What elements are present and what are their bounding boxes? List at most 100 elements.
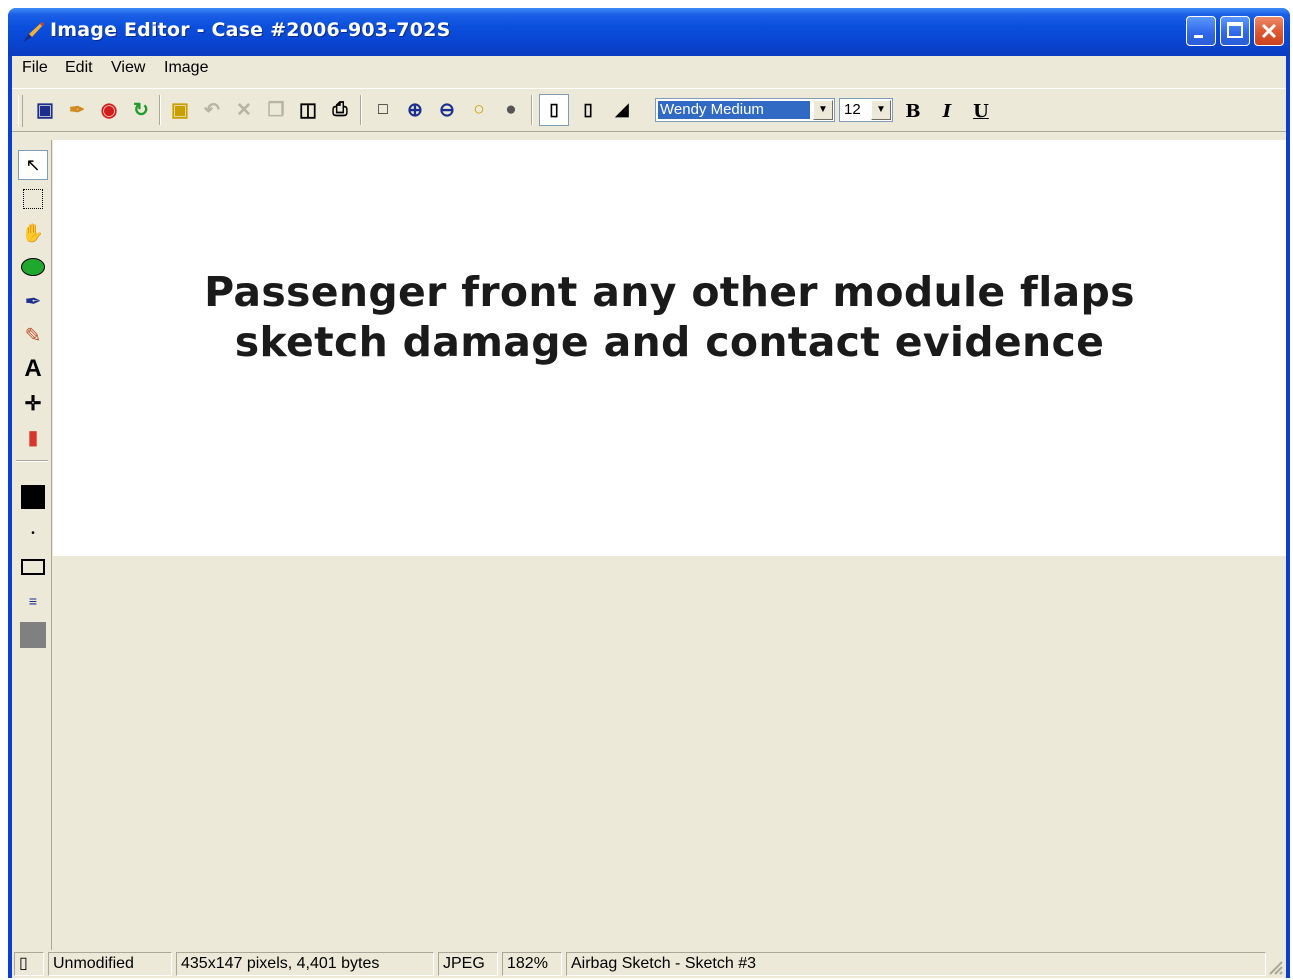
dark-bulb-icon: ● — [505, 99, 517, 120]
resize-grip-icon[interactable] — [1266, 958, 1284, 976]
font-name-select[interactable]: Wendy Medium ▼ — [655, 98, 835, 122]
status-format: JPEG — [438, 952, 498, 976]
arrow-pointer-icon: ↖ — [25, 154, 41, 175]
menu-edit[interactable]: Edit — [65, 59, 93, 77]
marquee-tool[interactable] — [18, 184, 48, 214]
light-bulb-icon: ○ — [473, 99, 485, 120]
page-corner-button[interactable]: ◢ — [607, 94, 637, 126]
chevron-down-icon[interactable]: ▼ — [871, 100, 891, 120]
page-icon: ▯ — [549, 100, 559, 119]
tools-palette: ↖ ✋ ✒ ✎ A ✛ ▮ • ≡ — [12, 140, 52, 950]
crop-icon: ✛ — [24, 392, 42, 415]
zoom-out-icon: ⊖ — [439, 99, 455, 121]
close-button[interactable] — [1254, 16, 1284, 46]
eraser-tool[interactable]: ▮ — [18, 422, 48, 452]
text-tool[interactable]: A — [18, 354, 48, 384]
refresh-button[interactable]: ↻ — [126, 94, 156, 126]
minimize-icon — [1194, 35, 1203, 38]
menu-bar: File Edit View Image — [12, 56, 1286, 82]
client-area: File Edit View Image ▣ ✒ ◉ ↻ ▣ ↶ ✕ ❐ ◫ ⎙… — [12, 56, 1286, 978]
chevron-down-icon[interactable]: ▼ — [813, 100, 833, 120]
text-align-button[interactable]: ≡ — [18, 586, 48, 616]
foreground-color-swatch[interactable] — [18, 482, 48, 512]
fill-color-swatch[interactable] — [18, 620, 48, 650]
minimize-button[interactable] — [1186, 16, 1216, 46]
image-viewport[interactable]: Passenger front any other module flaps s… — [53, 140, 1286, 950]
hand-icon: ✋ — [21, 222, 45, 243]
image-canvas[interactable]: Passenger front any other module flaps s… — [53, 140, 1286, 556]
app-window: Image Editor - Case #2006-903-702S File … — [8, 8, 1290, 978]
eraser-icon: ▮ — [27, 426, 39, 449]
underline-button[interactable]: U — [967, 98, 995, 124]
maximize-button[interactable] — [1220, 16, 1250, 46]
lifebuoy-button[interactable]: ◉ — [94, 94, 124, 126]
paint-brush-icon: ✒ — [69, 99, 85, 121]
pencil-icon: ✎ — [24, 324, 42, 347]
brighten-button[interactable]: ○ — [464, 94, 494, 126]
bold-button[interactable]: B — [899, 98, 927, 124]
save-button[interactable]: ▣ — [30, 94, 60, 126]
border-style-button[interactable] — [18, 552, 48, 582]
select-tool[interactable]: ↖ — [18, 150, 48, 180]
toolbar-separator — [159, 95, 161, 125]
title-bar[interactable]: Image Editor - Case #2006-903-702S — [8, 8, 1290, 56]
save-icon: ▣ — [36, 99, 54, 121]
status-zoom: 182% — [502, 952, 562, 976]
font-size-value: 12 — [844, 101, 861, 118]
marquee-icon — [23, 189, 43, 209]
status-dimensions: 435x147 pixels, 4,401 bytes — [176, 952, 434, 976]
delete-icon: ✕ — [236, 99, 252, 121]
shape-tool[interactable] — [18, 252, 48, 282]
zoom-out-button[interactable]: ⊖ — [432, 94, 462, 126]
page-portrait-button[interactable]: ▯ — [539, 94, 569, 126]
fit-to-window-icon: □ — [378, 101, 388, 118]
pan-tool[interactable]: ✋ — [18, 218, 48, 248]
page-corner-icon: ◢ — [615, 100, 629, 119]
menu-file[interactable]: File — [22, 59, 48, 77]
color-swatch-icon — [21, 485, 45, 509]
page-fold-button[interactable]: ▯ — [573, 94, 603, 126]
undo-button[interactable]: ↶ — [197, 94, 227, 126]
maximize-icon — [1227, 22, 1243, 38]
rectangle-icon — [21, 559, 45, 575]
pen-icon: ✒ — [24, 290, 42, 313]
menu-view[interactable]: View — [111, 59, 145, 77]
print-button[interactable]: ⎙ — [325, 94, 355, 126]
open-image-button[interactable]: ✒ — [62, 94, 92, 126]
italic-button[interactable]: I — [933, 98, 961, 124]
ellipse-icon — [21, 258, 45, 276]
pencil-tool[interactable]: ✎ — [18, 320, 48, 350]
zoom-in-button[interactable]: ⊕ — [400, 94, 430, 126]
page-fold-icon: ▯ — [583, 100, 593, 119]
paste-button[interactable]: ◫ — [293, 94, 323, 126]
crop-tool[interactable]: ✛ — [18, 388, 48, 418]
refresh-icon: ↻ — [133, 99, 149, 121]
text-icon: A — [24, 355, 42, 382]
lock-button[interactable]: ▣ — [165, 94, 195, 126]
menu-image[interactable]: Image — [164, 59, 208, 77]
fit-button[interactable]: □ — [368, 94, 398, 126]
line-width-button[interactable]: • — [18, 518, 48, 548]
darken-button[interactable]: ● — [496, 94, 526, 126]
toolbar-separator — [531, 95, 533, 125]
paint-brush-icon — [23, 22, 44, 42]
cut-button[interactable]: ✕ — [229, 94, 259, 126]
align-left-icon: ≡ — [28, 593, 38, 609]
lifebuoy-icon: ◉ — [100, 99, 118, 121]
font-size-select[interactable]: 12 ▼ — [839, 98, 893, 122]
dot-icon: • — [31, 527, 35, 539]
status-document-pane: ▯ — [14, 952, 44, 976]
copy-button[interactable]: ❐ — [261, 94, 291, 126]
sketch-text-line-2: sketch damage and contact evidence — [234, 318, 1105, 366]
paste-icon: ◫ — [299, 99, 317, 121]
status-bar: ▯ Unmodified 435x147 pixels, 4,401 bytes… — [12, 950, 1286, 978]
toolbar-grip[interactable] — [18, 95, 23, 127]
status-modified: Unmodified — [48, 952, 172, 976]
status-sketch-name: Airbag Sketch - Sketch #3 — [566, 952, 1266, 976]
toolbar-separator — [360, 95, 362, 125]
font-name-value: Wendy Medium — [658, 101, 810, 119]
main-toolbar: ▣ ✒ ◉ ↻ ▣ ↶ ✕ ❐ ◫ ⎙ □ ⊕ ⊖ ○ ● ▯ ▯ ◢ Wend… — [12, 88, 1286, 132]
pen-tool[interactable]: ✒ — [18, 286, 48, 316]
palette-separator — [16, 460, 48, 462]
zoom-in-icon: ⊕ — [407, 99, 423, 121]
